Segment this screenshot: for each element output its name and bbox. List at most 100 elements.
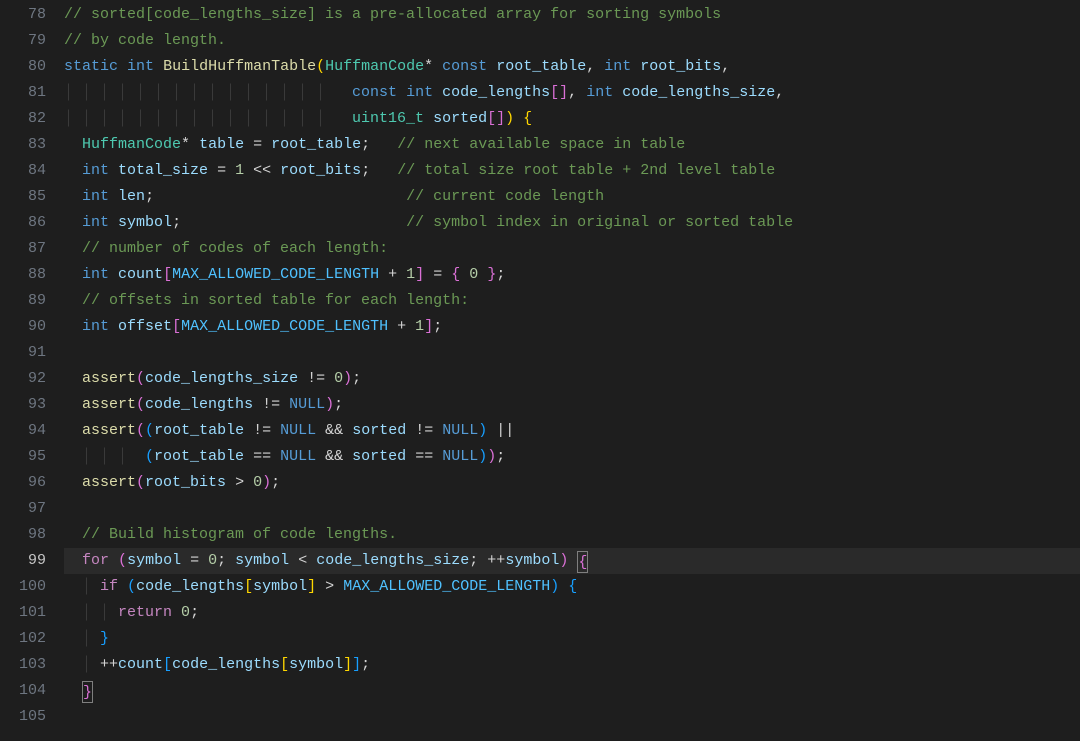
line-number: 78 bbox=[0, 2, 46, 28]
paren-open: ( bbox=[127, 578, 136, 595]
token-keyword: int bbox=[82, 188, 109, 205]
token-op: != bbox=[415, 422, 433, 439]
code-line[interactable]: // sorted[code_lengths_size] is a pre-al… bbox=[64, 2, 1080, 28]
token-param: sorted bbox=[433, 110, 487, 127]
bracket-close: ] bbox=[307, 578, 316, 595]
paren-open: ( bbox=[136, 474, 145, 491]
code-line[interactable] bbox=[64, 340, 1080, 366]
indent-guide bbox=[64, 240, 82, 257]
code-line[interactable]: HuffmanCode* table = root_table; // next… bbox=[64, 132, 1080, 158]
bracket-close: ] bbox=[352, 656, 361, 673]
code-line[interactable]: │ if (code_lengths[symbol] > MAX_ALLOWED… bbox=[64, 574, 1080, 600]
token-op: + bbox=[388, 266, 397, 283]
code-line[interactable]: // offsets in sorted table for each leng… bbox=[64, 288, 1080, 314]
paren-open: ( bbox=[145, 422, 154, 439]
token-op: && bbox=[325, 448, 343, 465]
comment: // next available space in table bbox=[397, 136, 685, 153]
token-var: code_lengths bbox=[136, 578, 244, 595]
line-number: 97 bbox=[0, 496, 46, 522]
token-number: 0 bbox=[181, 604, 190, 621]
token-op: != bbox=[262, 396, 280, 413]
code-line-current[interactable]: for (symbol = 0; symbol < code_lengths_s… bbox=[64, 548, 1080, 574]
cursor-bracket-match: { bbox=[577, 551, 588, 573]
code-line[interactable]: static int BuildHuffmanTable(HuffmanCode… bbox=[64, 54, 1080, 80]
comment: // offsets in sorted table for each leng… bbox=[82, 292, 469, 309]
token-var: code_lengths bbox=[172, 656, 280, 673]
line-number: 105 bbox=[0, 704, 46, 730]
line-number: 95 bbox=[0, 444, 46, 470]
token-func: assert bbox=[82, 396, 136, 413]
token-op: && bbox=[325, 422, 343, 439]
token-param: code_lengths_size bbox=[622, 84, 775, 101]
token-punc: , bbox=[586, 58, 595, 75]
indent-guide: │ │ bbox=[64, 604, 118, 621]
token-op: || bbox=[496, 422, 514, 439]
token-var: sorted bbox=[352, 422, 406, 439]
token-param: code_lengths bbox=[442, 84, 550, 101]
code-line[interactable]: int total_size = 1 << root_bits; // tota… bbox=[64, 158, 1080, 184]
paren-close: ) bbox=[262, 474, 271, 491]
code-area[interactable]: // sorted[code_lengths_size] is a pre-al… bbox=[64, 0, 1080, 741]
comment: // sorted[code_lengths_size] is a pre-al… bbox=[64, 6, 721, 23]
token-var: code_lengths_size bbox=[316, 552, 469, 569]
token-var: root_bits bbox=[145, 474, 226, 491]
indent-guide bbox=[64, 682, 82, 699]
code-line[interactable]: } bbox=[64, 678, 1080, 704]
code-line[interactable]: // Build histogram of code lengths. bbox=[64, 522, 1080, 548]
comment: // number of codes of each length: bbox=[82, 240, 388, 257]
code-line[interactable]: assert(code_lengths_size != 0); bbox=[64, 366, 1080, 392]
code-line[interactable]: assert((root_table != NULL && sorted != … bbox=[64, 418, 1080, 444]
token-var: symbol bbox=[235, 552, 289, 569]
token-func: assert bbox=[82, 370, 136, 387]
code-line[interactable]: int count[MAX_ALLOWED_CODE_LENGTH + 1] =… bbox=[64, 262, 1080, 288]
code-line[interactable] bbox=[64, 704, 1080, 730]
code-line[interactable]: assert(code_lengths != NULL); bbox=[64, 392, 1080, 418]
paren-close: ) bbox=[505, 110, 514, 127]
token-op: = bbox=[190, 552, 199, 569]
token-null: NULL bbox=[442, 448, 478, 465]
token-punc: , bbox=[721, 58, 730, 75]
code-editor[interactable]: 78 79 80 81 82 83 84 85 86 87 88 89 90 9… bbox=[0, 0, 1080, 741]
token-punc: ; bbox=[496, 448, 505, 465]
token-punc: , bbox=[568, 84, 577, 101]
code-line[interactable]: │ } bbox=[64, 626, 1080, 652]
line-number: 85 bbox=[0, 184, 46, 210]
bracket-close: ] bbox=[559, 84, 568, 101]
code-line[interactable]: // by code length. bbox=[64, 28, 1080, 54]
token-keyword: static bbox=[64, 58, 118, 75]
token-var: offset bbox=[118, 318, 172, 335]
paren-open: ( bbox=[118, 552, 127, 569]
indent-guide bbox=[64, 162, 82, 179]
code-line[interactable]: │ │ │ (root_table == NULL && sorted == N… bbox=[64, 444, 1080, 470]
code-line[interactable]: assert(root_bits > 0); bbox=[64, 470, 1080, 496]
token-param: root_table bbox=[496, 58, 586, 75]
bracket-open: [ bbox=[163, 266, 172, 283]
token-punc: ; bbox=[217, 552, 226, 569]
code-line[interactable]: │ ++count[code_lengths[symbol]]; bbox=[64, 652, 1080, 678]
line-number: 96 bbox=[0, 470, 46, 496]
brace-open: { bbox=[523, 110, 532, 127]
code-line[interactable]: │ │ return 0; bbox=[64, 600, 1080, 626]
line-number: 103 bbox=[0, 652, 46, 678]
token-keyword: int bbox=[82, 214, 109, 231]
code-line[interactable]: │ │ │ │ │ │ │ │ │ │ │ │ │ │ │ uint16_t s… bbox=[64, 106, 1080, 132]
line-number: 98 bbox=[0, 522, 46, 548]
token-punc: ; bbox=[190, 604, 199, 621]
token-punc: ; bbox=[469, 552, 478, 569]
code-line[interactable]: │ │ │ │ │ │ │ │ │ │ │ │ │ │ │ const int … bbox=[64, 80, 1080, 106]
token-op: < bbox=[298, 552, 307, 569]
token-func: assert bbox=[82, 474, 136, 491]
indent-guide bbox=[64, 396, 82, 413]
code-line[interactable]: int len; // current code length bbox=[64, 184, 1080, 210]
paren-close: ) bbox=[550, 578, 559, 595]
code-line[interactable]: int symbol; // symbol index in original … bbox=[64, 210, 1080, 236]
line-number: 80 bbox=[0, 54, 46, 80]
code-line[interactable]: // number of codes of each length: bbox=[64, 236, 1080, 262]
code-line[interactable] bbox=[64, 496, 1080, 522]
token-var: root_table bbox=[271, 136, 361, 153]
token-var: count bbox=[118, 266, 163, 283]
bracket-close: ] bbox=[343, 656, 352, 673]
token-var: root_table bbox=[154, 448, 244, 465]
token-type: uint16_t bbox=[352, 110, 424, 127]
code-line[interactable]: int offset[MAX_ALLOWED_CODE_LENGTH + 1]; bbox=[64, 314, 1080, 340]
